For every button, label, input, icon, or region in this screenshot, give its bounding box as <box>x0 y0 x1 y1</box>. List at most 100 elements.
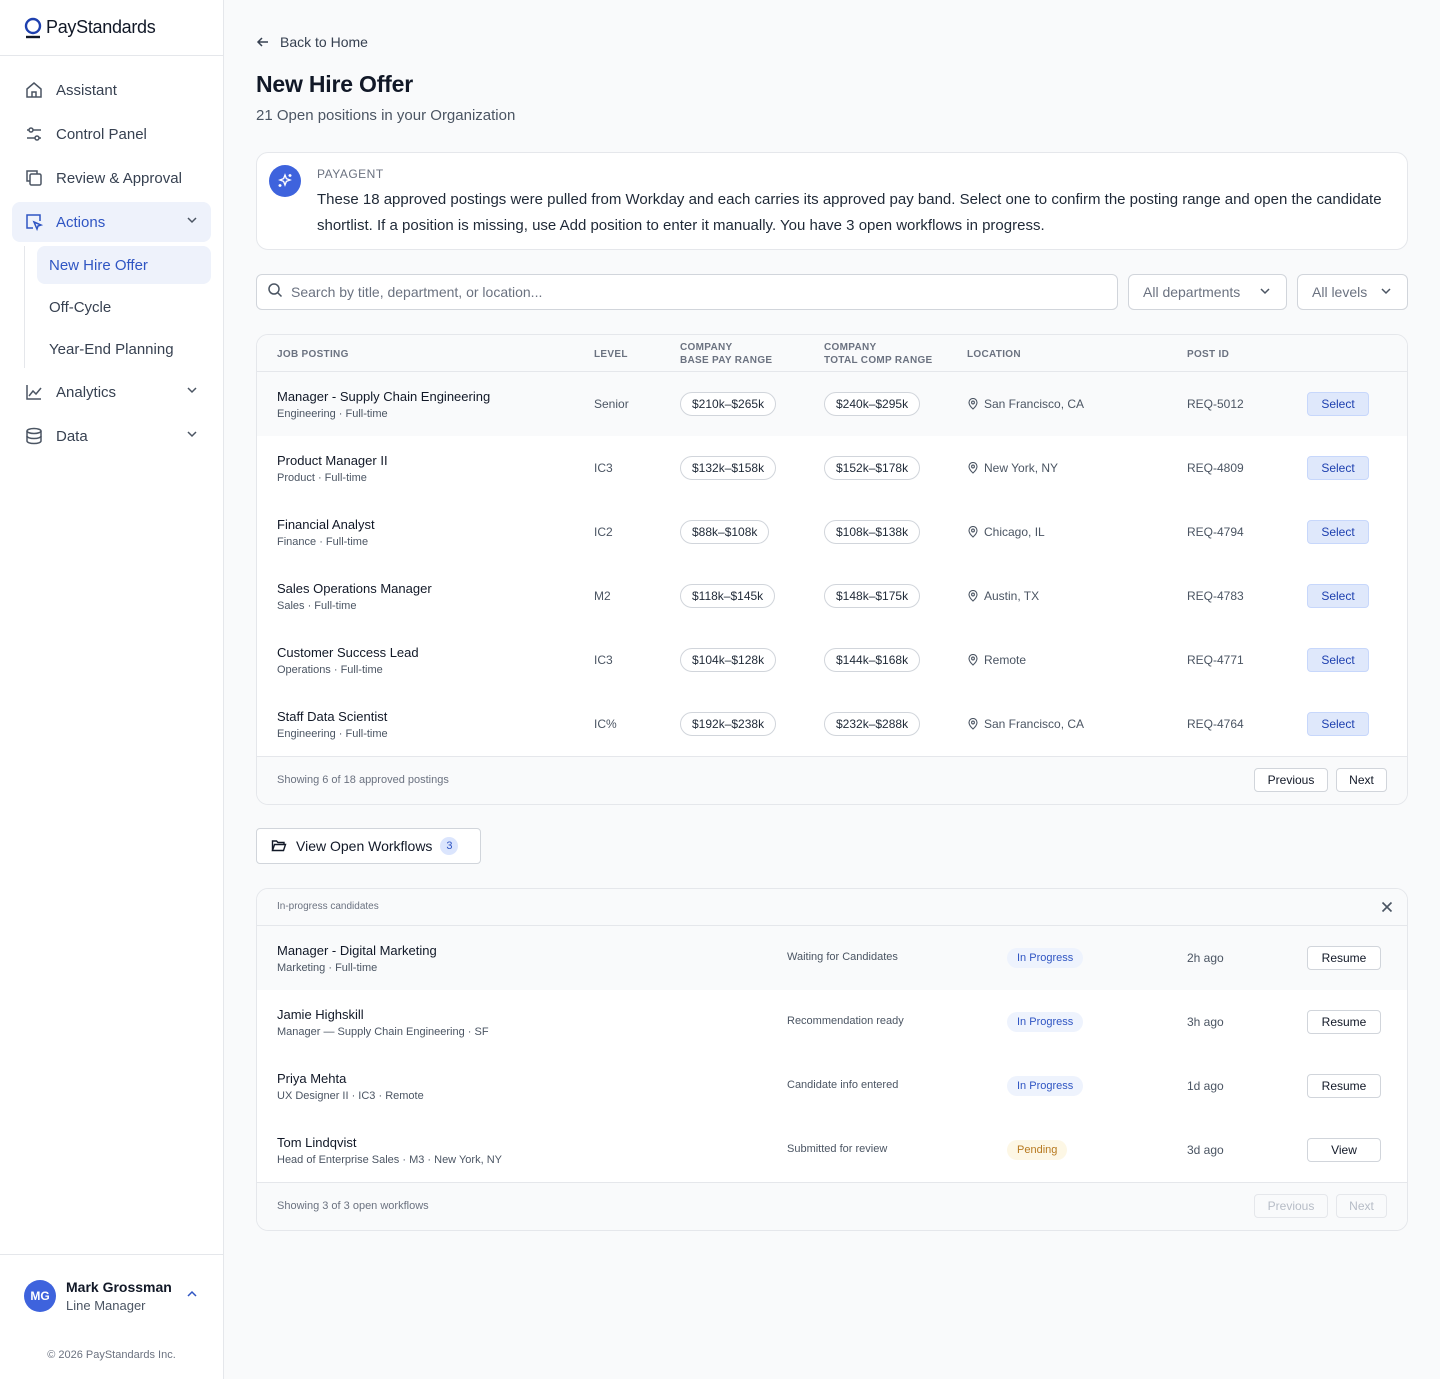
location-text: San Francisco, CA <box>984 397 1085 411</box>
back-link-label: Back to Home <box>280 34 368 50</box>
sidebar-item-label: Review & Approval <box>56 169 182 187</box>
logo-text: PayStandards <box>46 17 156 37</box>
table-row[interactable]: Product Manager II Product · Full-time IC3… <box>257 436 1407 500</box>
workflow-row[interactable]: Priya Mehta UX Designer II · IC3 · Remote… <box>257 1054 1407 1118</box>
chevron-down-icon[interactable] <box>185 213 199 231</box>
job-subtitle: Operations · Full-time <box>277 664 383 676</box>
table-footer: Showing 6 of 18 approved postings Previo… <box>257 756 1407 804</box>
workflow-status-text: Waiting for Candidates <box>787 951 898 963</box>
payagent-message: PAYAGENT These 18 approved postings were… <box>256 152 1408 250</box>
job-posting-cell: Manager - Supply Chain Engineering Engine… <box>277 389 490 420</box>
map-pin-icon <box>967 526 979 538</box>
sidebar-subitem-year-end-planning[interactable]: Year-End Planning <box>37 330 211 368</box>
table-row[interactable]: Manager - Supply Chain Engineering Engine… <box>257 372 1407 436</box>
select-button[interactable]: Select <box>1307 456 1369 480</box>
col-total-comp-line2: TOTAL COMP RANGE <box>824 355 933 366</box>
status-badge: In Progress <box>1007 948 1084 968</box>
chevron-down-icon[interactable] <box>185 427 199 445</box>
previous-button[interactable]: Previous <box>1254 768 1328 792</box>
view-button[interactable]: View <box>1307 1138 1381 1162</box>
user-info: Mark Grossman Line Manager <box>66 1279 185 1313</box>
col-base-pay-line1: COMPANY <box>680 342 733 353</box>
table-row[interactable]: Customer Success Lead Operations · Full-t… <box>257 628 1407 692</box>
database-icon <box>24 426 44 446</box>
workflows-next-button[interactable]: Next <box>1336 1194 1387 1218</box>
chevron-down-icon <box>1379 284 1393 301</box>
workflow-title-cell: Jamie Highskill Manager — Supply Chain En… <box>277 1007 489 1038</box>
search-field[interactable] <box>256 274 1118 310</box>
workflow-row[interactable]: Jamie Highskill Manager — Supply Chain En… <box>257 990 1407 1054</box>
level-dropdown[interactable]: All levels <box>1297 274 1408 310</box>
total-comp-range: $148k–$175k <box>824 584 921 608</box>
job-title: Staff Data Scientist <box>277 709 388 724</box>
workflow-subtitle: Manager — Supply Chain Engineering · SF <box>277 1026 489 1038</box>
workflow-status-text: Candidate info entered <box>787 1079 899 1091</box>
col-base-pay: COMPANY BASE PAY RANGE <box>680 341 772 367</box>
location-text: Remote <box>984 653 1027 667</box>
table-row[interactable]: Financial Analyst Finance · Full-time IC2 $… <box>257 500 1407 564</box>
select-button[interactable]: Select <box>1307 584 1369 608</box>
resume-button[interactable]: Resume <box>1307 946 1381 970</box>
sidebar-item-control-panel[interactable]: Control Panel <box>12 114 211 154</box>
chart-icon <box>24 382 44 402</box>
total-comp-range: $152k–$178k <box>824 456 921 480</box>
select-button[interactable]: Select <box>1307 648 1369 672</box>
workflow-row[interactable]: Tom Lindqvist Head of Enterprise Sales · … <box>257 1118 1407 1182</box>
search-icon <box>267 282 283 303</box>
sidebar-item-label: Actions <box>56 213 106 231</box>
close-icon[interactable] <box>1379 899 1395 915</box>
workflows-previous-button[interactable]: Previous <box>1254 1194 1328 1218</box>
workflow-row[interactable]: Manager - Digital Marketing Marketing · F… <box>257 926 1407 990</box>
workflow-title-cell: Tom Lindqvist Head of Enterprise Sales · … <box>277 1135 502 1166</box>
sidebar-item-assistant[interactable]: Assistant <box>12 70 211 110</box>
select-button[interactable]: Select <box>1307 520 1369 544</box>
job-title: Product Manager II <box>277 453 388 468</box>
total-comp-range: $240k–$295k <box>824 392 921 416</box>
base-pay-range: $132k–$158k <box>680 456 777 480</box>
postings-table: JOB POSTING LEVEL COMPANY BASE PAY RANGE… <box>256 334 1408 805</box>
workflow-title: Jamie Highskill <box>277 1007 364 1022</box>
job-posting-cell: Staff Data Scientist Engineering · Full-t… <box>277 709 388 740</box>
logo[interactable]: PayStandards <box>0 0 223 56</box>
workflows-body: Manager - Digital Marketing Marketing · F… <box>257 926 1407 1182</box>
location-text: New York, NY <box>984 461 1059 475</box>
select-button[interactable]: Select <box>1307 712 1369 736</box>
workflows-panel: In-progress candidates Manager - Digital… <box>256 888 1408 1231</box>
sidebar-item-analytics[interactable]: Analytics <box>12 372 211 412</box>
sidebar-item-data[interactable]: Data <box>12 416 211 456</box>
sidebar-item-actions[interactable]: Actions <box>12 202 211 242</box>
resume-button[interactable]: Resume <box>1307 1074 1381 1098</box>
sliders-icon <box>24 124 44 144</box>
next-button[interactable]: Next <box>1336 768 1387 792</box>
sidebar-item-review-approval[interactable]: Review & Approval <box>12 158 211 198</box>
col-total-comp: COMPANY TOTAL COMP RANGE <box>824 341 933 367</box>
select-button[interactable]: Select <box>1307 392 1369 416</box>
table-header: JOB POSTING LEVEL COMPANY BASE PAY RANGE… <box>257 335 1407 372</box>
location-cell: San Francisco, CA <box>967 397 1084 411</box>
back-link[interactable]: Back to Home <box>256 34 368 50</box>
sidebar-subitem-new-hire-offer[interactable]: New Hire Offer <box>37 246 211 284</box>
search-input[interactable] <box>291 284 1091 300</box>
workflow-subtitle: UX Designer II · IC3 · Remote <box>277 1090 424 1102</box>
department-dropdown[interactable]: All departments <box>1128 274 1287 310</box>
chevron-down-icon[interactable] <box>185 383 199 401</box>
table-row[interactable]: Staff Data Scientist Engineering · Full-t… <box>257 692 1407 756</box>
col-location: LOCATION <box>967 349 1021 360</box>
user-menu[interactable]: MG Mark Grossman Line Manager <box>0 1255 223 1313</box>
workflow-time: 2h ago <box>1187 951 1224 965</box>
col-job-posting: JOB POSTING <box>277 349 349 360</box>
avatar: MG <box>24 1280 56 1312</box>
level-cell: IC3 <box>594 653 613 667</box>
view-open-workflows-button[interactable]: View Open Workflows 3 <box>256 828 481 864</box>
workflow-subtitle: Head of Enterprise Sales · M3 · New York… <box>277 1154 502 1166</box>
sidebar-item-label: Data <box>56 427 88 445</box>
user-role: Line Manager <box>66 1298 146 1313</box>
workflow-time: 3h ago <box>1187 1015 1224 1029</box>
total-comp-range: $232k–$288k <box>824 712 921 736</box>
level-cell: Senior <box>594 397 629 411</box>
table-row[interactable]: Sales Operations Manager Sales · Full-tim… <box>257 564 1407 628</box>
resume-button[interactable]: Resume <box>1307 1010 1381 1034</box>
chevron-up-icon[interactable] <box>185 1287 199 1306</box>
sidebar-subitem-off-cycle[interactable]: Off-Cycle <box>37 288 211 326</box>
map-pin-icon <box>967 590 979 602</box>
